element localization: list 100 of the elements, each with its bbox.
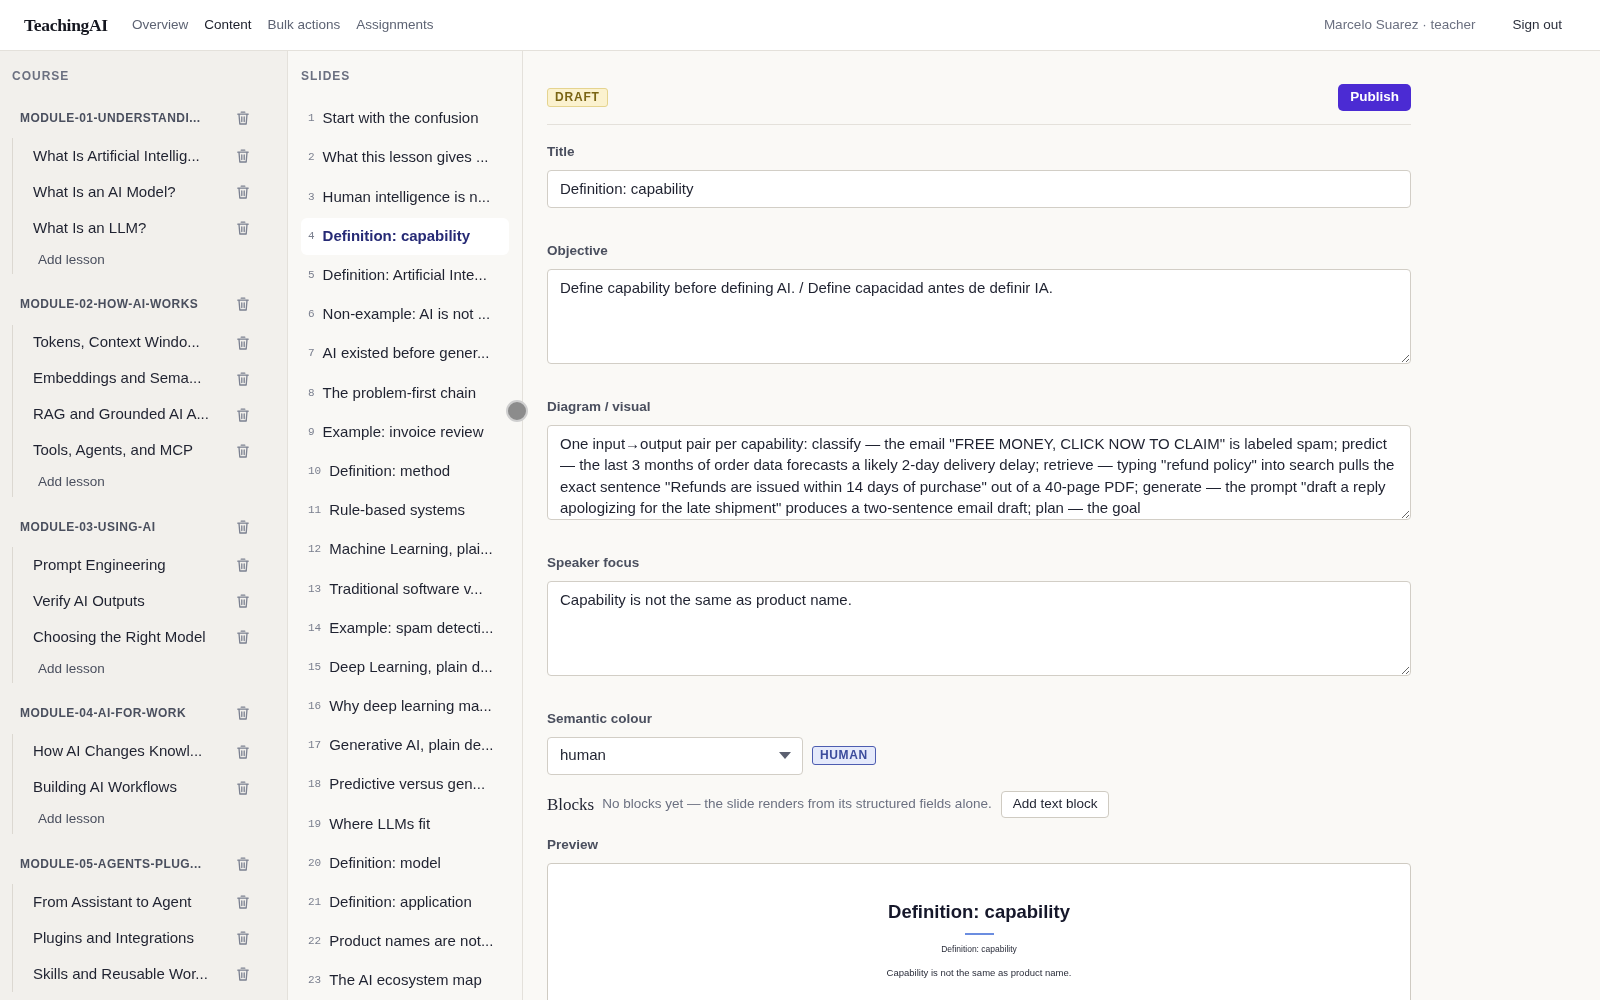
textarea-field[interactable]: Define capability before defining AI. / Define capacidad antes de definir IA. [547, 268, 1411, 364]
nav-link[interactable]: Bulk actions [267, 14, 341, 36]
status-tag: DRAFT [547, 88, 608, 107]
trash-icon[interactable] [237, 895, 249, 909]
brand-link[interactable]: TeachingAI [24, 11, 108, 39]
slide-number: 12 [308, 542, 322, 558]
lesson-link[interactable]: Tokens, Context Windo... [33, 331, 200, 354]
lesson-link[interactable]: How AI Changes Knowl... [33, 740, 203, 763]
slide-item[interactable]: 17 Generative AI, plain de... [301, 727, 509, 764]
trash-icon[interactable] [237, 780, 249, 795]
module-title[interactable]: MODULE-02-HOW-AI-WORKS [20, 295, 199, 313]
slide-item[interactable]: 13 Traditional software v... [301, 570, 509, 608]
trash-icon[interactable] [237, 706, 249, 720]
field-label: Title [547, 143, 576, 160]
slide-number: 14 [308, 620, 322, 636]
nav-link[interactable]: Content [204, 14, 252, 36]
select-field[interactable]: human [547, 736, 803, 775]
slide-item[interactable]: 3 Human intelligence is n... [301, 178, 509, 216]
slide-item[interactable]: 21 Definition: application [301, 883, 509, 921]
trash-icon[interactable] [237, 407, 249, 422]
textarea-field[interactable]: One input→output pair per capability: classify — the email "FREE MONEY, CLICK NOW TO CLAIM" is labeled spam; predict — the last 3 months of order data forecasts a likely 2-day delivery delay; retrieve — typing "refund policy" into search pulls the exact sentence "Refunds are issued within 14 days of purchase" out of a 40-page PDF; generate — the prompt "draft a reply apologizing for the late shipment" produces a two-sentence email draft; plan — the goal [547, 424, 1411, 520]
field-label: Diagram / visual [547, 398, 652, 415]
add-block-button[interactable]: Add text block [1000, 791, 1110, 818]
slide-number: 5 [308, 268, 315, 283]
lesson-link[interactable]: Plugins and Integrations [33, 926, 194, 950]
preview-subtitle: Definition: capability [941, 944, 1017, 955]
lesson-link[interactable]: Choosing the Right Model [33, 625, 206, 649]
lesson-link[interactable]: Building AI Workflows [33, 776, 177, 799]
sign-out-button[interactable]: Sign out [1500, 10, 1574, 40]
slide-item[interactable]: 9 Example: invoice review [301, 413, 509, 451]
slide-item[interactable]: 12 Machine Learning, plai... [301, 531, 509, 569]
add-lesson-link[interactable]: Add lesson [33, 468, 105, 497]
slide-number: 7 [308, 346, 315, 362]
publish-button[interactable]: Publish [1338, 84, 1411, 111]
trash-icon[interactable] [237, 149, 249, 163]
lesson-link[interactable]: What Is an LLM? [33, 216, 147, 240]
lesson-link[interactable]: What Is an AI Model? [33, 180, 176, 204]
trash-icon[interactable] [237, 297, 249, 311]
trash-icon[interactable] [237, 185, 249, 199]
lesson-link[interactable]: Prompt Engineering [33, 553, 166, 577]
slide-item[interactable]: 23 The AI ecosystem map [301, 962, 509, 1000]
lesson-link[interactable]: Verify AI Outputs [33, 589, 145, 613]
slide-number: 18 [308, 777, 322, 793]
module-title[interactable]: MODULE-01-UNDERSTANDI... [20, 108, 201, 127]
trash-icon[interactable] [237, 630, 249, 644]
text-field[interactable]: Definition: capability [547, 169, 1411, 208]
add-lesson-link[interactable]: Add lesson [33, 246, 105, 274]
add-lesson-link[interactable]: Add lesson [33, 805, 105, 834]
nav-link[interactable]: Assignments [356, 14, 434, 36]
trash-icon[interactable] [237, 744, 249, 759]
lesson-link[interactable]: What Is Artificial Intellig... [33, 144, 200, 168]
slide-item[interactable]: 8 The problem-first chain [301, 374, 509, 412]
textarea-field[interactable]: Capability is not the same as product name. [547, 580, 1411, 676]
resize-handle[interactable] [506, 400, 528, 422]
lesson-link[interactable]: RAG and Grounded AI A... [33, 403, 209, 426]
slide-item[interactable]: 5 Definition: Artificial Inte... [301, 256, 509, 294]
slide-item[interactable]: 11 Rule-based systems [301, 491, 509, 529]
trash-icon[interactable] [237, 594, 249, 608]
slide-item[interactable]: 7 AI existed before gener... [301, 335, 509, 373]
trash-icon[interactable] [237, 856, 249, 871]
user-label: Marcelo Suarez · teacher [1323, 15, 1476, 34]
section-heading: COURSE [12, 68, 71, 85]
slide-number: 1 [308, 111, 315, 127]
nav-link[interactable]: Overview [131, 14, 189, 36]
slide-item[interactable]: 4 Definition: capability [301, 217, 509, 255]
lesson-link[interactable]: From Assistant to Agent [33, 890, 192, 914]
add-lesson-link[interactable]: Add lesson [33, 655, 105, 683]
slide-number: 13 [308, 581, 322, 597]
lesson-link[interactable]: Skills and Reusable Wor... [33, 962, 208, 986]
trash-icon[interactable] [237, 110, 249, 125]
trash-icon[interactable] [237, 967, 249, 981]
trash-icon[interactable] [237, 221, 249, 235]
slide-item[interactable]: 20 Definition: model [301, 844, 509, 882]
accent-bar [964, 933, 994, 935]
lesson-link[interactable]: Embeddings and Sema... [33, 367, 202, 390]
slide-item[interactable]: 15 Deep Learning, plain d... [301, 648, 509, 686]
slide-item[interactable]: 16 Why deep learning ma... [301, 687, 509, 725]
field-label: Preview [547, 837, 600, 853]
slide-item[interactable]: 18 Predictive versus gen... [301, 766, 509, 804]
lesson-link[interactable]: Tools, Agents, and MCP [33, 439, 194, 462]
trash-icon[interactable] [237, 931, 249, 945]
slide-item[interactable]: 6 Non-example: AI is not ... [301, 295, 509, 333]
module-title[interactable]: MODULE-05-AGENTS-PLUG... [20, 854, 202, 873]
module-title[interactable]: MODULE-04-AI-FOR-WORK [20, 704, 187, 722]
slide-item[interactable]: 22 Product names are not... [301, 922, 509, 960]
caret-icon [779, 752, 791, 759]
trash-icon[interactable] [237, 519, 249, 534]
slide-number: 10 [308, 463, 322, 479]
module-title[interactable]: MODULE-03-USING-AI [20, 517, 156, 536]
slide-number: 3 [308, 189, 315, 205]
trash-icon[interactable] [237, 335, 249, 350]
section-heading: Blocks [547, 793, 595, 816]
slide-item[interactable]: 2 What this lesson gives ... [301, 139, 509, 177]
trash-icon[interactable] [237, 558, 249, 572]
trash-icon[interactable] [237, 443, 249, 458]
trash-icon[interactable] [237, 371, 249, 386]
slide-item[interactable]: 10 Definition: method [301, 452, 509, 490]
slide-item[interactable]: 14 Example: spam detecti... [301, 609, 509, 647]
slide-item[interactable]: 1 Start with the confusion [301, 100, 509, 137]
slide-item[interactable]: 19 Where LLMs fit [301, 805, 509, 843]
